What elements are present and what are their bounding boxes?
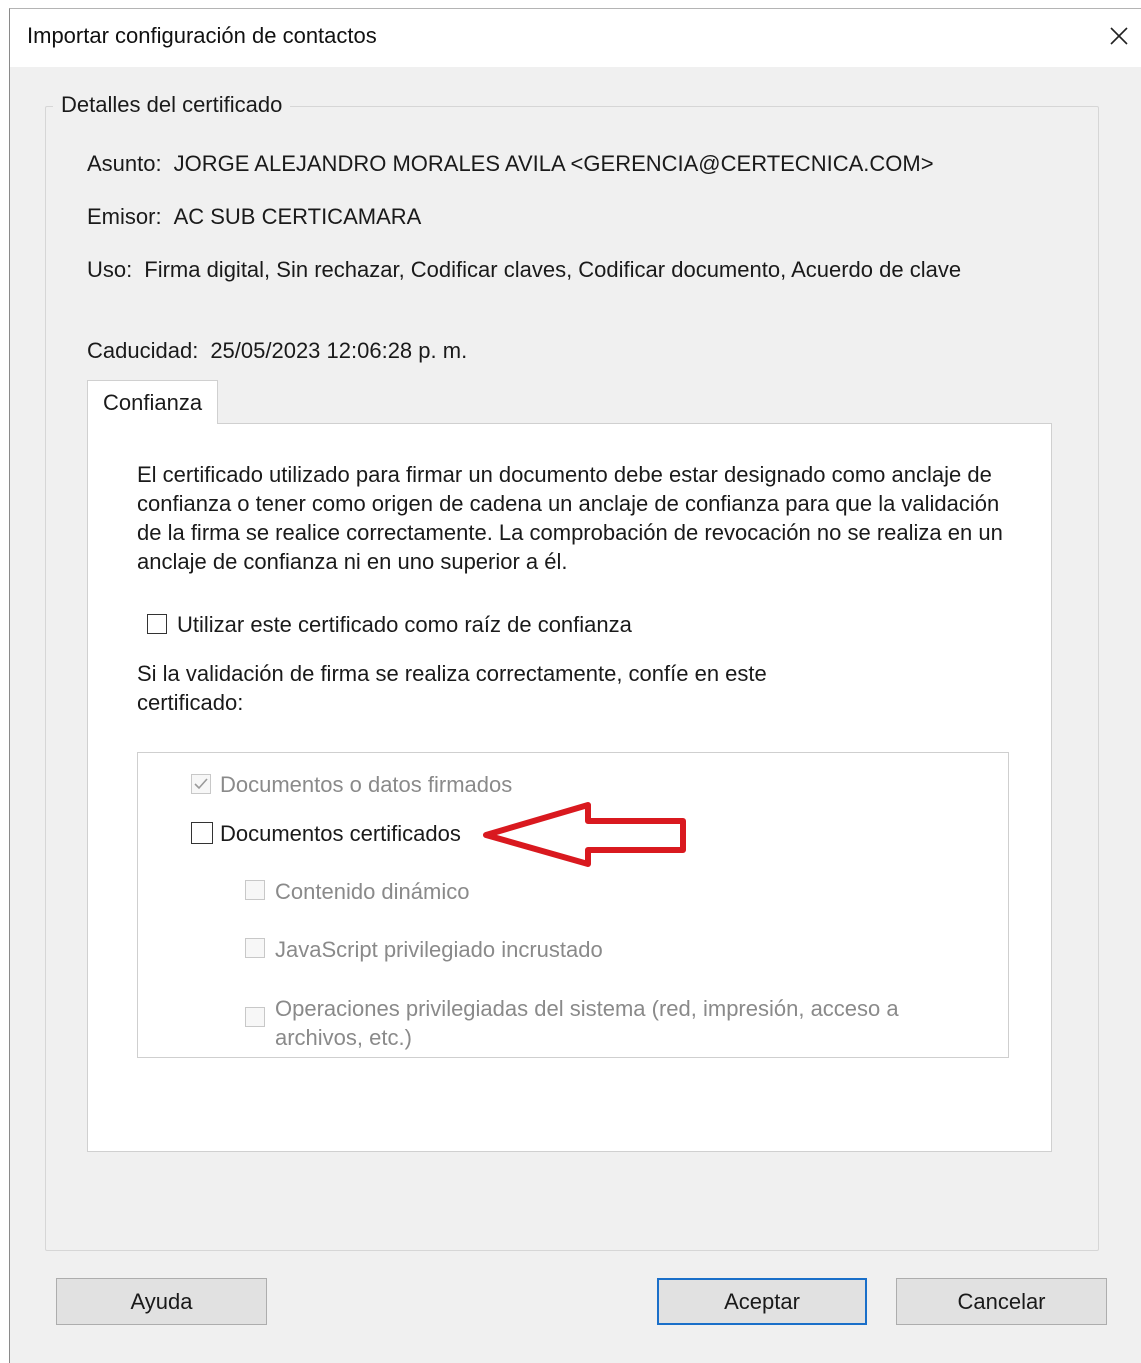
- dynamic-content-checkbox[interactable]: [245, 880, 265, 900]
- dynamic-content-label[interactable]: Contenido dinámico: [275, 879, 469, 905]
- privileged-system-operations-label[interactable]: Operaciones privilegiadas del sistema (r…: [275, 994, 955, 1052]
- privileged-javascript-checkbox[interactable]: [245, 938, 265, 958]
- check-icon: [194, 778, 208, 790]
- issuer-value: AC SUB CERTICAMARA: [173, 204, 422, 229]
- close-icon: [1110, 27, 1128, 45]
- root-trust-label[interactable]: Utilizar este certificado como raíz de c…: [177, 612, 632, 638]
- certified-documents-checkbox[interactable]: [191, 822, 213, 844]
- usage-row: Uso: Firma digital, Sin rechazar, Codific…: [87, 257, 961, 283]
- title-bar: Importar configuración de contactos: [10, 9, 1141, 67]
- privileged-system-operations-checkbox[interactable]: [245, 1007, 265, 1027]
- expiry-label: Caducidad:: [87, 338, 199, 363]
- privileged-javascript-label[interactable]: JavaScript privilegiado incrustado: [275, 937, 603, 963]
- expiry-row: Caducidad: 25/05/2023 12:06:28 p. m.: [87, 338, 467, 364]
- close-button[interactable]: [1096, 9, 1141, 63]
- issuer-label: Emisor:: [87, 204, 162, 229]
- help-button[interactable]: Ayuda: [56, 1278, 267, 1325]
- tab-confianza[interactable]: Confianza: [87, 380, 218, 424]
- root-trust-checkbox[interactable]: [147, 614, 167, 634]
- expiry-value: 25/05/2023 12:06:28 p. m.: [210, 338, 468, 363]
- cancel-button[interactable]: Cancelar: [896, 1278, 1107, 1325]
- certified-documents-label[interactable]: Documentos certificados: [220, 821, 461, 847]
- usage-value: Firma digital, Sin rechazar, Codificar c…: [144, 257, 962, 282]
- subject-value: JORGE ALEJANDRO MORALES AVILA <GERENCIA@…: [173, 151, 934, 176]
- usage-label: Uso:: [87, 257, 133, 282]
- trust-description: El certificado utilizado para firmar un …: [137, 462, 1003, 574]
- subject-label: Asunto:: [87, 151, 162, 176]
- subject-row: Asunto: JORGE ALEJANDRO MORALES AVILA <GE…: [87, 151, 934, 177]
- signed-documents-checkbox[interactable]: [191, 774, 211, 794]
- signed-documents-label[interactable]: Documentos o datos firmados: [220, 772, 512, 798]
- issuer-row: Emisor: AC SUB CERTICAMARA: [87, 204, 421, 230]
- certificate-details-legend: Detalles del certificado: [53, 92, 291, 118]
- red-arrow-annotation: [483, 802, 686, 867]
- dialog-title: Importar configuración de contactos: [27, 23, 377, 48]
- trust-question: Si la validación de firma se realiza cor…: [137, 661, 767, 715]
- ok-button[interactable]: Aceptar: [657, 1278, 867, 1325]
